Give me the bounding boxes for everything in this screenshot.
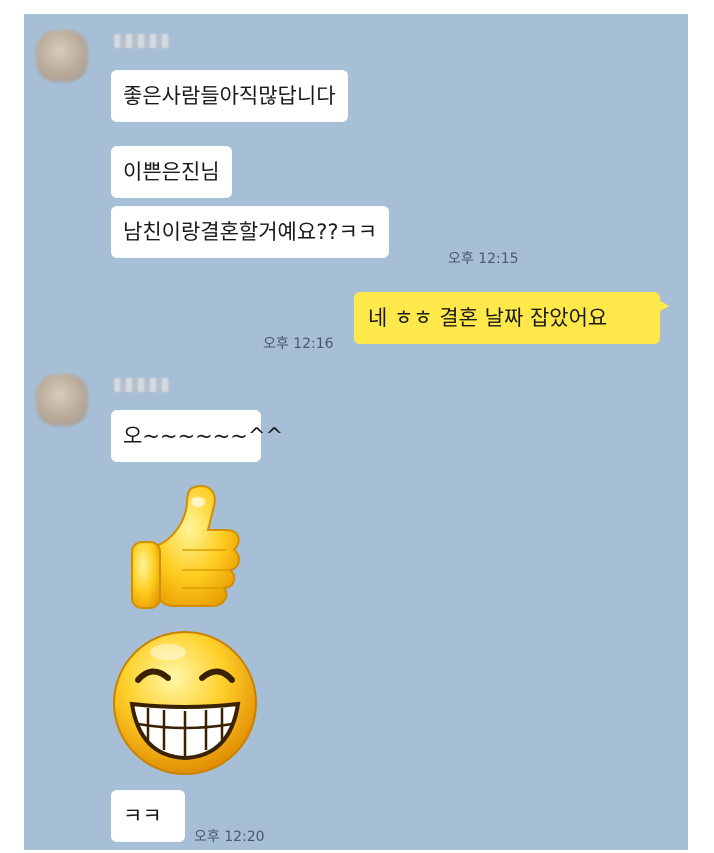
message-bubble-incoming[interactable]: 이쁜은진님 (111, 146, 232, 198)
sender-name-blurred (114, 378, 170, 392)
message-text: 남친이랑결혼할거예요??ㅋㅋ (123, 220, 378, 244)
message-bubble-incoming[interactable]: ㅋㅋ (111, 790, 185, 842)
message-text: 좋은사람들아직많답니다 (123, 84, 336, 108)
message-timestamp: 오후 12:16 (263, 336, 334, 352)
sender-avatar[interactable] (36, 374, 88, 426)
sender-name-blurred (114, 34, 170, 48)
sender-avatar[interactable] (36, 30, 88, 82)
grinning-face-icon (113, 631, 257, 775)
message-bubble-incoming[interactable]: 오~~~~~~^^ (111, 410, 283, 462)
message-timestamp: 오후 12:15 (448, 251, 519, 267)
chat-background: 좋은사람들아직많답니다 이쁜은진님 남친이랑결혼할거예요??ㅋㅋ 오후 12:1… (24, 14, 688, 850)
message-text: 이쁜은진님 (123, 160, 220, 184)
message-text: 오~~~~~~^^ (123, 424, 284, 448)
message-timestamp: 오후 12:20 (194, 829, 265, 845)
message-bubble-incoming[interactable]: 남친이랑결혼할거예요??ㅋㅋ (111, 206, 390, 258)
message-text: 네 ㅎㅎ 결혼 날짜 잡았어요 (368, 306, 608, 330)
message-text: ㅋㅋ (123, 804, 162, 828)
message-bubble-incoming[interactable]: 좋은사람들아직많답니다 (111, 70, 348, 122)
thumbs-up-icon (131, 485, 240, 609)
message-bubble-outgoing[interactable]: 네 ㅎㅎ 결혼 날짜 잡았어요 (354, 292, 669, 344)
